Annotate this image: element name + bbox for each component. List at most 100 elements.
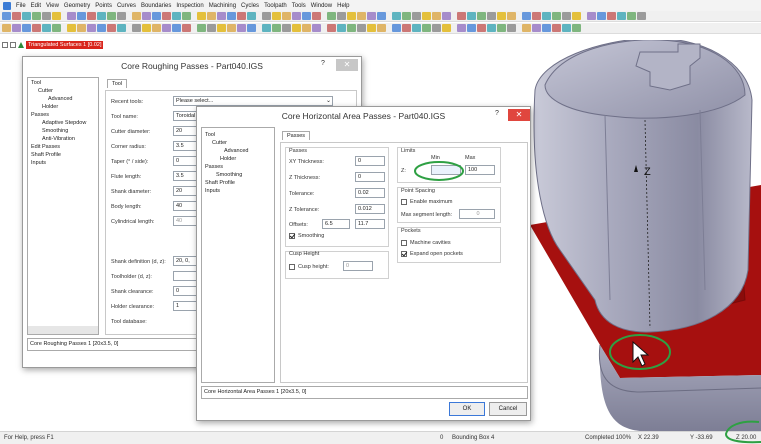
toolbar-button-icon[interactable] — [182, 24, 191, 32]
toolbar-button-icon[interactable] — [367, 24, 376, 32]
toolbar-button-icon[interactable] — [522, 24, 531, 32]
toolbar-button-icon[interactable] — [292, 12, 301, 20]
toolbar-button-icon[interactable] — [542, 12, 551, 20]
tree-item-shaft-profile[interactable]: Shaft Profile — [205, 180, 235, 186]
menu-view[interactable]: View — [46, 3, 59, 9]
expand-open-pockets-checkbox[interactable] — [401, 251, 407, 257]
toolbar-button-icon[interactable] — [457, 24, 466, 32]
toolbar-button-icon[interactable] — [292, 24, 301, 32]
toolbar-button-icon[interactable] — [587, 12, 596, 20]
menu-inspection[interactable]: Inspection — [176, 3, 203, 9]
toolbar-button-icon[interactable] — [42, 24, 51, 32]
toolbar-button-icon[interactable] — [347, 24, 356, 32]
toolbar-button-icon[interactable] — [152, 12, 161, 20]
toolbar-button-icon[interactable] — [207, 24, 216, 32]
toolbar-button-icon[interactable] — [237, 24, 246, 32]
toolbar-button-icon[interactable] — [312, 24, 321, 32]
menu-help[interactable]: Help — [337, 3, 349, 9]
toolbar-button-icon[interactable] — [172, 12, 181, 20]
toolbar-button-icon[interactable] — [162, 24, 171, 32]
tree-item-inputs[interactable]: Inputs — [31, 160, 46, 166]
toolbar-button-icon[interactable] — [87, 24, 96, 32]
toolbar-button-icon[interactable] — [247, 12, 256, 20]
toolbar-button-icon[interactable] — [477, 24, 486, 32]
toolbar-button-icon[interactable] — [477, 12, 486, 20]
toolbar-button-icon[interactable] — [247, 24, 256, 32]
toolbar-button-icon[interactable] — [347, 12, 356, 20]
toolbar-button-icon[interactable] — [77, 24, 86, 32]
tree-item-smoothing[interactable]: Smoothing — [42, 128, 68, 134]
menu-points[interactable]: Points — [95, 3, 112, 9]
toolbar-button-icon[interactable] — [532, 12, 541, 20]
toolbar-button-icon[interactable] — [392, 12, 401, 20]
cusp-height-checkbox[interactable] — [289, 264, 295, 270]
menu-curves[interactable]: Curves — [117, 3, 136, 9]
tree-item-edit-passes[interactable]: Edit Passes — [31, 144, 60, 150]
toolbar-button-icon[interactable] — [282, 12, 291, 20]
z-thickness-field[interactable]: 0 — [355, 172, 385, 182]
tab-passes[interactable]: Passes — [282, 131, 311, 140]
toolbar-button-icon[interactable] — [132, 12, 141, 20]
toolbar-button-icon[interactable] — [542, 24, 551, 32]
max-segment-length-field[interactable]: 0 — [459, 209, 495, 219]
menu-window[interactable]: Window — [311, 3, 332, 9]
toolbar-button-icon[interactable] — [357, 12, 366, 20]
recent-tools-select[interactable]: Please select... — [173, 96, 333, 106]
toolbar-button-icon[interactable] — [487, 12, 496, 20]
offset-1-field[interactable]: 6.5 — [322, 219, 350, 229]
toolbar-button-icon[interactable] — [262, 24, 271, 32]
toolbar-button-icon[interactable] — [142, 24, 151, 32]
toolbar-button-icon[interactable] — [457, 12, 466, 20]
toolbar-button-icon[interactable] — [607, 12, 616, 20]
toolbar-button-icon[interactable] — [412, 24, 421, 32]
cancel-button[interactable]: Cancel — [489, 402, 527, 416]
menu-cycles[interactable]: Cycles — [241, 3, 259, 9]
toolbar-button-icon[interactable] — [282, 24, 291, 32]
menu-tools[interactable]: Tools — [292, 3, 306, 9]
toolbar-button-icon[interactable] — [522, 12, 531, 20]
toolbar-button-icon[interactable] — [532, 24, 541, 32]
menu-boundaries[interactable]: Boundaries — [141, 3, 171, 9]
toolbar-button-icon[interactable] — [402, 12, 411, 20]
toolbar-button-icon[interactable] — [487, 24, 496, 32]
toolbar-button-icon[interactable] — [67, 12, 76, 20]
cusp-height-field[interactable]: 0 — [343, 261, 373, 271]
toolbar-button-icon[interactable] — [217, 24, 226, 32]
tree-item-tool[interactable]: Tool — [205, 132, 215, 138]
toolbar-button-icon[interactable] — [467, 12, 476, 20]
tree-item-tool[interactable]: Tool — [31, 80, 41, 86]
toolbar-button-icon[interactable] — [327, 12, 336, 20]
toolbar-button-icon[interactable] — [227, 24, 236, 32]
toolbar-button-icon[interactable] — [377, 12, 386, 20]
roughing-close-button[interactable]: ✕ — [336, 59, 358, 71]
toolbar-button-icon[interactable] — [172, 24, 181, 32]
toolbar-button-icon[interactable] — [142, 12, 151, 20]
tree-item-holder[interactable]: Holder — [220, 156, 236, 162]
toolbar-button-icon[interactable] — [442, 12, 451, 20]
toolbar-button-icon[interactable] — [432, 24, 441, 32]
toolbar-button-icon[interactable] — [497, 12, 506, 20]
toolbar-button-icon[interactable] — [22, 12, 31, 20]
toolbar-button-icon[interactable] — [197, 24, 206, 32]
toolbar-button-icon[interactable] — [302, 12, 311, 20]
toolbar-button-icon[interactable] — [572, 12, 581, 20]
toolbar-button-icon[interactable] — [207, 12, 216, 20]
toolbar-button-icon[interactable] — [227, 12, 236, 20]
toolbar-button-icon[interactable] — [552, 24, 561, 32]
toolbar-button-icon[interactable] — [422, 12, 431, 20]
toolbar-button-icon[interactable] — [507, 24, 516, 32]
toolbar-button-icon[interactable] — [617, 12, 626, 20]
toolbar-button-icon[interactable] — [367, 12, 376, 20]
toolbar-button-icon[interactable] — [132, 24, 141, 32]
toolbar-button-icon[interactable] — [12, 12, 21, 20]
horizontal-close-button[interactable]: ✕ — [508, 109, 530, 121]
toolbar-button-icon[interactable] — [442, 24, 451, 32]
toolbar-button-icon[interactable] — [497, 24, 506, 32]
tab-tool[interactable]: Tool — [107, 79, 128, 88]
toolbar-button-icon[interactable] — [182, 12, 191, 20]
tolerance-field[interactable]: 0.02 — [355, 188, 385, 198]
tree-item-adaptive-stepdown[interactable]: Adaptive Stepdow — [42, 120, 86, 126]
tree-item-shaft-profile[interactable]: Shaft Profile — [31, 152, 61, 158]
roughing-help-button[interactable]: ? — [321, 60, 325, 67]
toolbar-button-icon[interactable] — [52, 24, 61, 32]
